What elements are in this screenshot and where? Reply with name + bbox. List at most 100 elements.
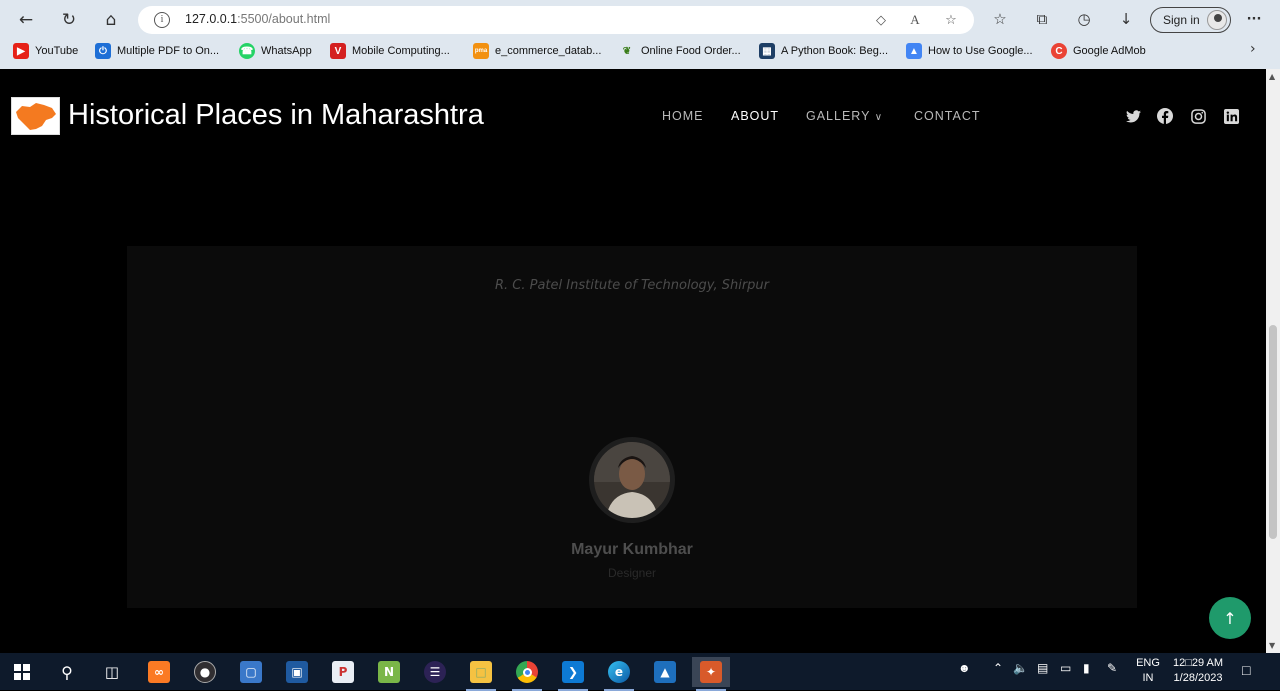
power-icon: ⏻: [95, 43, 111, 59]
sign-in-label: Sign in: [1163, 13, 1200, 27]
collections-icon[interactable]: ⧉: [1032, 9, 1052, 29]
vscode-icon[interactable]: ❯: [554, 657, 592, 691]
clock-time: 12□29 AM: [1172, 657, 1224, 669]
youtube-icon: ▶: [13, 43, 29, 59]
bookmark-admob[interactable]: C Google AdMob: [1051, 41, 1146, 61]
profile-avatar-icon: [1207, 10, 1227, 30]
maharashtra-map-icon: [16, 103, 56, 130]
instagram-icon[interactable]: [1190, 108, 1206, 124]
linkedin-icon[interactable]: [1223, 108, 1239, 124]
scroll-up-icon[interactable]: ▲: [1269, 72, 1275, 81]
address-bar[interactable]: i 127.0.0.1:5500/about.html ◇ A ☆: [138, 6, 974, 34]
chevron-up-icon[interactable]: ⌃: [993, 661, 1003, 675]
read-aloud-icon[interactable]: A: [906, 11, 924, 29]
bookmark-google-ads[interactable]: ▲ How to Use Google...: [906, 41, 1033, 61]
volume-muted-icon[interactable]: 🔈: [1013, 661, 1028, 675]
bookmarks-overflow-chevron-icon[interactable]: ›: [1250, 41, 1256, 57]
windows-taskbar: ⚲ ◫ ∞ ● ▢ ▣ P N ☰ □ ❯ e ▲ ✦ ☻ ⌃ 🔈 ▤ ▭ ▮ …: [0, 653, 1280, 691]
edge-icon[interactable]: e: [600, 657, 638, 691]
site-title[interactable]: Historical Places in Maharashtra: [68, 99, 484, 132]
admob-icon: C: [1051, 43, 1067, 59]
start-button[interactable]: [3, 657, 41, 687]
nav-home[interactable]: HOME: [662, 109, 704, 123]
chevron-down-icon: ∨: [874, 112, 884, 123]
person-role: Designer: [607, 566, 657, 580]
arrow-up-icon: ↑: [1223, 608, 1237, 628]
notifications-icon[interactable]: □: [1242, 662, 1250, 678]
language-code: ENG: [1136, 657, 1160, 669]
pdf-tool-icon[interactable]: P: [324, 657, 362, 687]
bookmark-label: How to Use Google...: [928, 45, 1033, 57]
bookmark-mobile-computing[interactable]: V Mobile Computing...: [330, 41, 450, 61]
eclipse-icon[interactable]: ☰: [416, 657, 454, 687]
favorite-add-icon[interactable]: ☆: [942, 11, 960, 29]
more-menu-icon[interactable]: ···: [1244, 9, 1264, 29]
virtualbox-icon[interactable]: ▣: [278, 657, 316, 687]
team-card: R. C. Patel Institute of Technology, Shi…: [127, 246, 1137, 608]
scrollbar-thumb[interactable]: [1269, 325, 1277, 539]
nav-about[interactable]: ABOUT: [731, 109, 779, 123]
network-icon[interactable]: ▤: [1037, 661, 1048, 675]
browser-chrome: ← ↻ ⌂ i 127.0.0.1:5500/about.html ◇ A ☆ …: [0, 0, 1280, 69]
twitter-icon[interactable]: [1125, 108, 1141, 124]
app-active-icon[interactable]: ✦: [692, 657, 730, 691]
bookmark-ecommerce-db[interactable]: pma e_commerce_datab...: [473, 41, 601, 61]
bookmarks-bar: ▶ YouTube ⏻ Multiple PDF to On... ☎ What…: [0, 39, 1280, 63]
institute-name: R. C. Patel Institute of Technology, Shi…: [494, 278, 770, 293]
photos-icon[interactable]: ▲: [646, 657, 684, 687]
downloads-icon[interactable]: ↓: [1116, 9, 1136, 29]
chrome-icon[interactable]: [508, 657, 546, 691]
bookmark-whatsapp[interactable]: ☎ WhatsApp: [239, 41, 312, 61]
facebook-icon[interactable]: [1157, 108, 1173, 124]
bookmark-label: A Python Book: Beg...: [781, 45, 889, 57]
clock-date: 1/28/2023: [1173, 672, 1223, 684]
history-icon[interactable]: ◷: [1074, 9, 1094, 29]
pen-icon[interactable]: ✎: [1107, 661, 1117, 675]
back-arrow-icon[interactable]: ←: [13, 7, 39, 33]
folder-icon[interactable]: □: [462, 657, 500, 691]
file-explorer-icon[interactable]: ▢: [232, 657, 270, 687]
sign-in-button[interactable]: Sign in: [1150, 7, 1231, 33]
site-info-icon[interactable]: i: [154, 12, 170, 28]
bookmark-label: YouTube: [35, 45, 79, 57]
v-logo-icon: V: [330, 43, 346, 59]
grid-icon: ▦: [759, 43, 775, 59]
bookmark-label: Mobile Computing...: [352, 45, 450, 57]
battery-icon[interactable]: ▮: [1083, 661, 1090, 675]
notepad-plus-icon[interactable]: N: [370, 657, 408, 687]
language-indicator[interactable]: ENG IN: [1133, 657, 1163, 684]
refresh-icon[interactable]: ↻: [56, 7, 82, 33]
url-path: :5500/about.html: [237, 12, 331, 26]
tag-icon[interactable]: ◇: [872, 11, 890, 29]
person-name: Mayur Kumbhar: [571, 541, 693, 558]
xampp-icon[interactable]: ∞: [140, 657, 178, 687]
bookmark-python-book[interactable]: ▦ A Python Book: Beg...: [759, 41, 888, 61]
address-url[interactable]: 127.0.0.1:5500/about.html: [185, 12, 330, 26]
bookmark-label: Multiple PDF to On...: [117, 45, 220, 57]
region-code: IN: [1142, 672, 1154, 684]
scroll-down-icon[interactable]: ▼: [1269, 641, 1275, 650]
leaf-icon: ❦: [622, 45, 632, 57]
page-viewport: Historical Places in Maharashtra HOME AB…: [0, 69, 1266, 653]
nav-contact[interactable]: CONTACT: [914, 109, 981, 123]
bookmark-pdf[interactable]: ⏻ Multiple PDF to On...: [95, 41, 219, 61]
obs-icon[interactable]: ●: [186, 657, 224, 687]
pma-icon: pma: [473, 43, 489, 59]
home-icon[interactable]: ⌂: [98, 7, 124, 33]
browser-toolbar: ← ↻ ⌂ i 127.0.0.1:5500/about.html ◇ A ☆ …: [0, 0, 1280, 38]
task-view-icon[interactable]: ◫: [93, 657, 131, 687]
bookmark-youtube[interactable]: ▶ YouTube: [13, 41, 78, 61]
maharashtra-map-logo[interactable]: [11, 97, 60, 135]
bookmark-online-food[interactable]: ❦ Online Food Order...: [619, 41, 741, 61]
page-scrollbar[interactable]: ▲ ▼: [1266, 69, 1280, 653]
search-icon[interactable]: ⚲: [48, 657, 86, 687]
back-to-top-button[interactable]: ↑: [1209, 597, 1251, 639]
clock[interactable]: 12□29 AM 1/28/2023: [1168, 657, 1228, 684]
windows-logo-icon: [14, 664, 30, 680]
nav-gallery[interactable]: GALLERY ∨: [806, 109, 883, 123]
whatsapp-icon: ☎: [239, 43, 255, 59]
favorites-icon[interactable]: ☆: [990, 9, 1010, 29]
bookmark-label: WhatsApp: [261, 45, 312, 57]
display-icon[interactable]: ▭: [1060, 661, 1071, 675]
people-icon[interactable]: ☻: [958, 661, 971, 675]
